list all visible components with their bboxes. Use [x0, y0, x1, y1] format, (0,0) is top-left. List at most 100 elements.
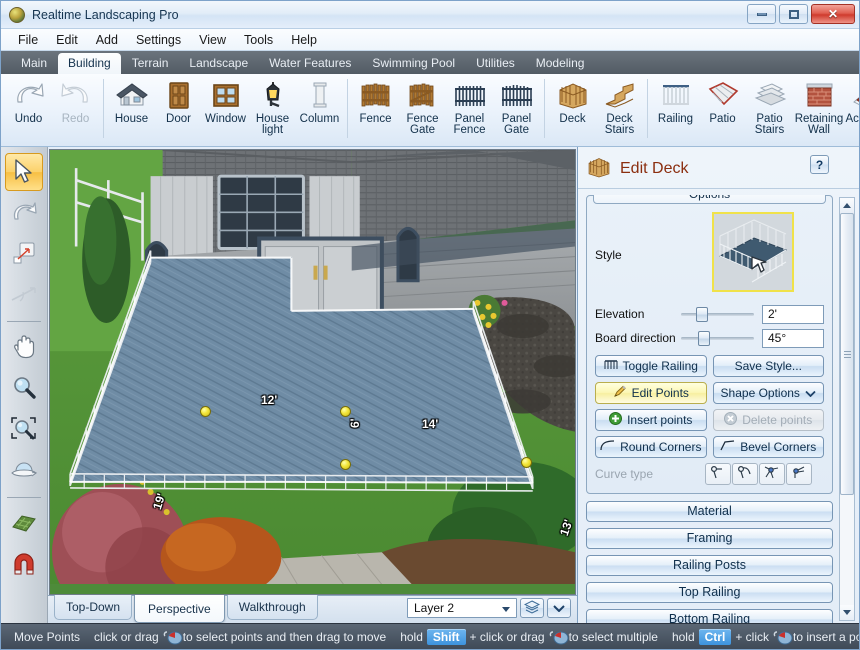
- help-button[interactable]: ?: [810, 155, 829, 174]
- minimize-button[interactable]: [747, 4, 776, 24]
- layer-dropdown-button[interactable]: [547, 598, 571, 618]
- lamp-icon: [256, 78, 290, 112]
- ribbon-button-panel-fence[interactable]: Panel Fence: [446, 74, 493, 136]
- board-direction-slider[interactable]: [681, 330, 754, 347]
- ribbon-button-column[interactable]: Column: [296, 74, 343, 125]
- scroll-up-button[interactable]: [840, 197, 854, 213]
- tab-utilities[interactable]: Utilities: [466, 53, 525, 74]
- button-row-2: Edit Points Shape Options: [595, 381, 824, 404]
- ribbon-button-patio-stairs[interactable]: Patio Stairs: [746, 74, 793, 136]
- ribbon-button-deck[interactable]: Deck: [549, 74, 596, 125]
- round-corners-button[interactable]: Round Corners: [595, 435, 707, 458]
- ribbon-separator: [103, 79, 104, 138]
- railing-icon: [659, 78, 693, 112]
- edit-points-button[interactable]: Edit Points: [595, 381, 707, 404]
- rotate-tool-button[interactable]: [5, 194, 43, 232]
- tab-landscape[interactable]: Landscape: [179, 53, 258, 74]
- menu-file[interactable]: File: [9, 31, 47, 49]
- tab-modeling[interactable]: Modeling: [526, 53, 595, 74]
- ribbon-button-railing[interactable]: Railing: [652, 74, 699, 125]
- pan-tool-button[interactable]: [5, 329, 43, 367]
- scale-tool-button[interactable]: [5, 235, 43, 273]
- view-tab-walkthrough[interactable]: Walkthrough: [226, 595, 318, 620]
- 3d-viewport[interactable]: 12' 6' 14' 19' 13' 12' 14': [49, 149, 576, 595]
- select-tool-button[interactable]: [5, 153, 43, 191]
- slider-track: [681, 337, 754, 341]
- control-point[interactable]: [521, 457, 532, 468]
- ribbon-button-house[interactable]: House: [108, 74, 155, 125]
- slider-thumb[interactable]: [697, 331, 710, 347]
- style-thumbnail[interactable]: [711, 211, 794, 292]
- tab-terrain[interactable]: Terrain: [122, 53, 179, 74]
- ribbon-button-house-light[interactable]: House light: [249, 74, 296, 136]
- zoom-tool-button[interactable]: [5, 370, 43, 408]
- grid-toggle-button[interactable]: [5, 505, 43, 543]
- menu-add[interactable]: Add: [87, 31, 127, 49]
- board-direction-value[interactable]: 45°: [762, 328, 824, 348]
- orbit-tool-button[interactable]: [5, 452, 43, 490]
- maximize-button[interactable]: [779, 4, 808, 24]
- scroll-thumb[interactable]: [840, 212, 854, 496]
- status-hint-3-post: to insert a point: [793, 629, 859, 644]
- ribbon-button-door[interactable]: Door: [155, 74, 202, 125]
- status-hint-3: hold Ctrl + click to insert a point: [665, 628, 859, 645]
- tab-building[interactable]: Building: [58, 52, 121, 74]
- ribbon-button-undo[interactable]: Undo: [5, 74, 52, 125]
- ribbon-button-redo[interactable]: Redo: [52, 74, 99, 125]
- curve-type-4-button[interactable]: [786, 462, 812, 485]
- ribbon-button-fence[interactable]: Fence: [352, 74, 399, 125]
- menu-tools[interactable]: Tools: [235, 31, 282, 49]
- view-tab-perspective[interactable]: Perspective: [134, 595, 225, 623]
- curve-type-1-button[interactable]: [705, 462, 731, 485]
- delete-points-button[interactable]: Delete points: [712, 408, 824, 431]
- control-point[interactable]: [340, 459, 351, 470]
- ribbon-button-panel-gate[interactable]: Panel Gate: [493, 74, 540, 136]
- ribbon-button-window[interactable]: Window: [202, 74, 249, 125]
- menu-settings[interactable]: Settings: [127, 31, 190, 49]
- toggle-railing-button[interactable]: Toggle Railing: [595, 354, 707, 377]
- delete-points-label: Delete points: [742, 412, 813, 427]
- menu-edit[interactable]: Edit: [47, 31, 87, 49]
- slider-thumb[interactable]: [696, 307, 709, 323]
- ribbon-button-accent-strip[interactable]: Acce Stri: [845, 74, 859, 125]
- insert-points-button[interactable]: Insert points: [595, 408, 707, 431]
- tab-water-features[interactable]: Water Features: [259, 53, 361, 74]
- slider-track: [681, 313, 754, 317]
- snap-toggle-button[interactable]: [5, 546, 43, 584]
- control-point[interactable]: [340, 406, 351, 417]
- material-button[interactable]: Material: [586, 500, 833, 522]
- curve-tool-button[interactable]: [5, 276, 43, 314]
- mouse-icon: [773, 630, 793, 644]
- top-railing-button[interactable]: Top Railing: [586, 581, 833, 603]
- layer-select[interactable]: Layer 2: [407, 598, 517, 618]
- curve-type-2-button[interactable]: [732, 462, 758, 485]
- ribbon-button-patio[interactable]: Patio: [699, 74, 746, 125]
- key-ctrl: Ctrl: [698, 628, 732, 645]
- elevation-value[interactable]: 2': [762, 304, 824, 324]
- ribbon-button-deck-stairs[interactable]: Deck Stairs: [596, 74, 643, 136]
- scroll-track[interactable]: [840, 212, 854, 605]
- ribbon-button-fence-gate[interactable]: Fence Gate: [399, 74, 446, 136]
- tab-swimming-pool[interactable]: Swimming Pool: [362, 53, 465, 74]
- layers-button[interactable]: [520, 598, 544, 618]
- elevation-slider[interactable]: [681, 306, 754, 323]
- window-title: Realtime Landscaping Pro: [32, 7, 179, 22]
- save-style-button[interactable]: Save Style...: [712, 354, 824, 377]
- menu-help[interactable]: Help: [282, 31, 326, 49]
- zoom-region-tool-button[interactable]: [5, 411, 43, 449]
- curve-type-3-button[interactable]: [759, 462, 785, 485]
- shape-options-button[interactable]: Shape Options: [712, 381, 824, 404]
- tab-main[interactable]: Main: [11, 53, 57, 74]
- panel-scrollbar[interactable]: [839, 196, 855, 621]
- railing-posts-button[interactable]: Railing Posts: [586, 554, 833, 576]
- close-button[interactable]: ✕: [811, 4, 855, 24]
- menu-view[interactable]: View: [190, 31, 235, 49]
- layers-icon: [523, 599, 541, 617]
- view-tab-top-down[interactable]: Top-Down: [54, 595, 133, 620]
- framing-button[interactable]: Framing: [586, 527, 833, 549]
- bottom-railing-button[interactable]: Bottom Railing: [586, 608, 833, 623]
- ribbon-button-retaining-wall[interactable]: Retaining Wall: [793, 74, 845, 136]
- bevel-corners-button[interactable]: Bevel Corners: [712, 435, 824, 458]
- control-point[interactable]: [200, 406, 211, 417]
- scroll-down-button[interactable]: [840, 605, 854, 620]
